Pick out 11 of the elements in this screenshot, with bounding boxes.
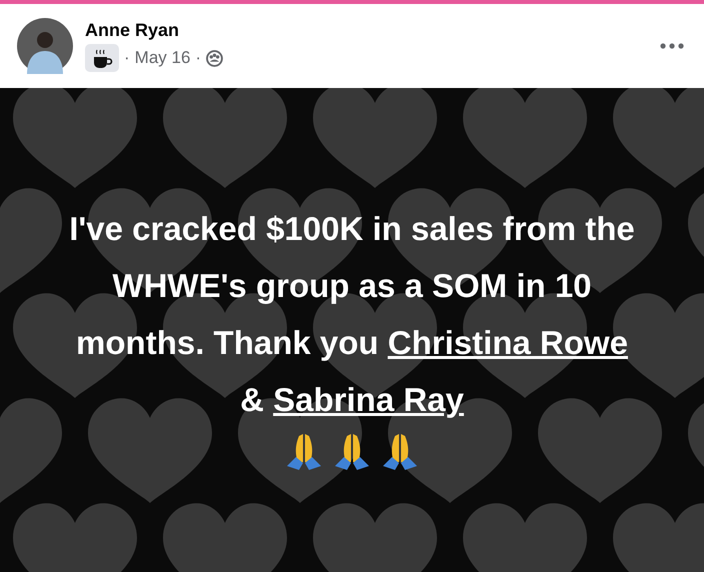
mention-link[interactable]: Christina Rowe: [388, 324, 628, 361]
separator-dot: ·: [195, 48, 202, 68]
coffee-cup-icon[interactable]: [85, 44, 119, 72]
group-icon: [206, 50, 224, 66]
author-name[interactable]: Anne Ryan: [85, 20, 648, 41]
post-message: I've cracked $100K in sales from the WHWE's group as a SOM in 10 months. Thank you Christina Rowe & Sabrina Ray: [68, 209, 636, 420]
post-date[interactable]: May 16: [134, 48, 190, 68]
mention-link[interactable]: Sabrina Ray: [273, 381, 464, 418]
avatar-icon[interactable]: [17, 18, 73, 74]
separator-dot: ·: [124, 48, 130, 68]
more-options-icon[interactable]: [660, 43, 684, 49]
